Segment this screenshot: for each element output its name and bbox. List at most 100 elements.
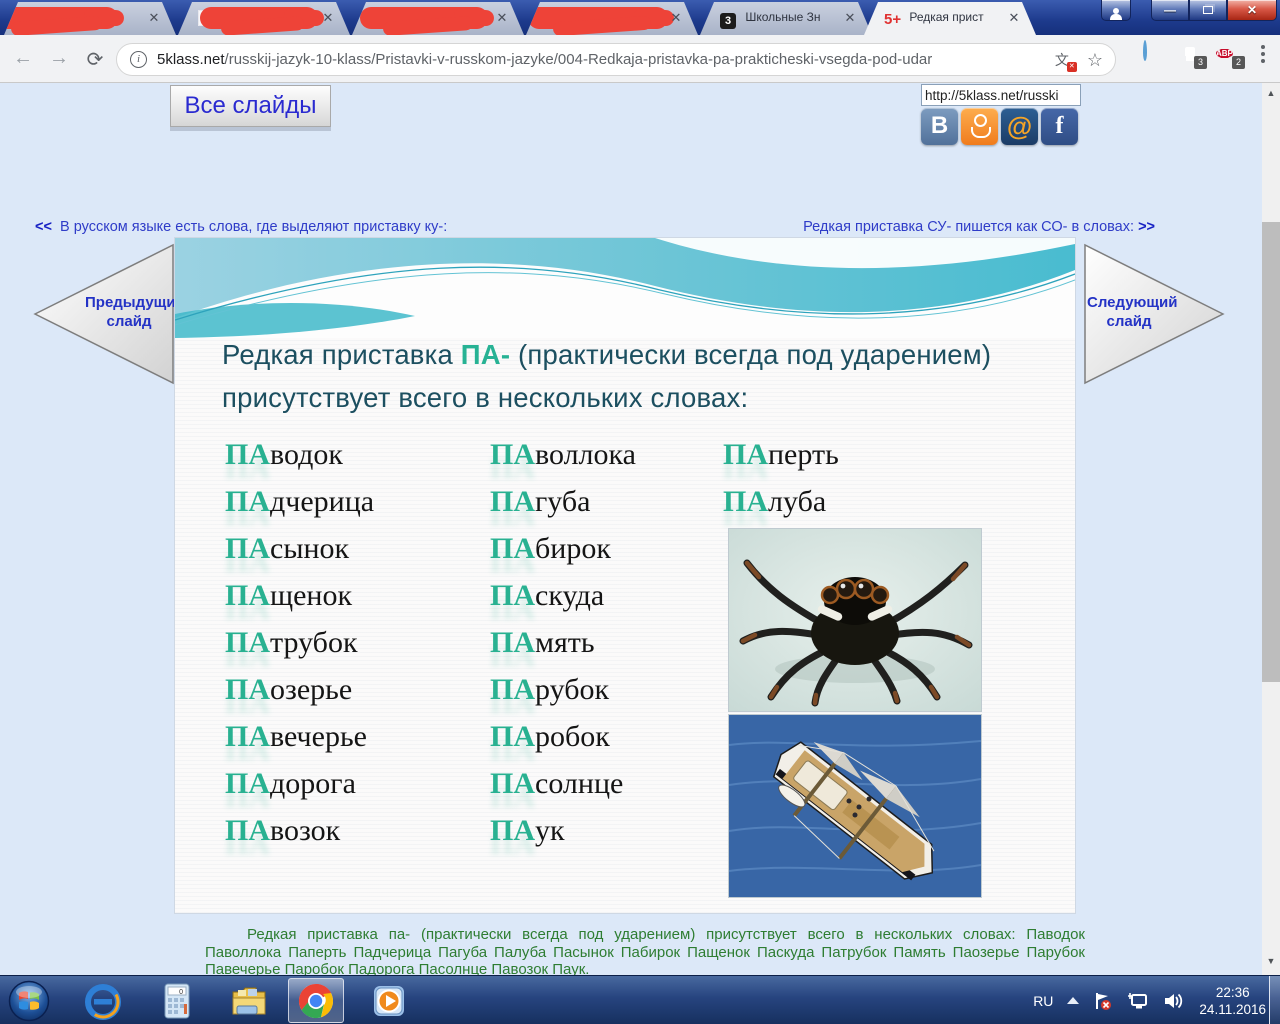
url-text[interactable]: 5klass.net/russkij-jazyk-10-klass/Prista… [157, 51, 1037, 68]
prefix-pa: ПА [225, 532, 270, 565]
scroll-down-icon[interactable]: ▼ [1262, 953, 1280, 969]
tab-2[interactable]: ✕ [178, 2, 350, 35]
action-center-flag-icon[interactable] [1093, 991, 1113, 1011]
desktop: ✕ ✕ ✕ ✕ 3 Школьные Зн ✕ 5+ Редкая прист [0, 0, 1280, 1024]
internet-explorer-button[interactable] [82, 980, 124, 1022]
prev-link-label: В русском языке есть слова, где выделяют… [60, 219, 447, 235]
word-item: ПАвозок [225, 811, 374, 858]
extension-blocker[interactable]: 3 [1178, 42, 1202, 66]
word-item: ПАволлока [490, 435, 636, 482]
word-item: ПАсолнце [490, 764, 636, 811]
internet-explorer-icon [82, 980, 124, 1022]
prefix-pa: ПА [225, 579, 270, 612]
title-before: Редкая приставка [222, 339, 461, 370]
prefix-pa: ПА [490, 626, 535, 659]
volume-icon[interactable] [1163, 991, 1185, 1011]
show-desktop-button[interactable] [1269, 976, 1280, 1024]
explorer-folder-button[interactable] [228, 980, 270, 1022]
extension-adblock-plus[interactable]: ABP2 [1216, 42, 1240, 66]
redaction-scribble [4, 7, 118, 29]
word-item: ПАгуба [490, 482, 636, 529]
facebook-icon[interactable]: f [1041, 108, 1078, 145]
tab-close-icon[interactable]: ✕ [320, 10, 336, 26]
word-rest: луба [768, 485, 826, 518]
next-topic-link[interactable]: Редкая приставка СУ- пишется как СО- в с… [803, 219, 1155, 235]
tab-1[interactable]: ✕ [4, 2, 176, 35]
word-rest: щенок [270, 579, 352, 612]
profile-button[interactable] [1101, 0, 1131, 21]
tab-close-icon[interactable]: ✕ [668, 10, 684, 26]
presentation-slide: Редкая приставка ПА- (практически всегда… [175, 238, 1075, 913]
word-rest: озерье [270, 673, 352, 706]
water-drop-icon [1143, 40, 1147, 61]
word-rest: возок [270, 814, 340, 847]
scrollbar-thumb[interactable] [1262, 222, 1280, 682]
wave-header-decoration [175, 238, 1075, 338]
chrome-menu-icon[interactable] [1254, 42, 1272, 66]
word-rest: солнце [535, 767, 623, 800]
prev-arrows: << [35, 219, 52, 235]
extension-drop[interactable] [1140, 42, 1164, 66]
prev-topic-link[interactable]: << В русском языке есть слова, где выдел… [35, 219, 447, 235]
word-item: ПАщенок [225, 576, 374, 623]
social-icons: В @ f [921, 108, 1083, 145]
media-player-button[interactable] [368, 980, 410, 1022]
tab-close-icon[interactable]: ✕ [1006, 10, 1022, 26]
slide-title: Редкая приставка ПА- (практически всегда… [222, 333, 1042, 420]
prefix-pa: ПА [723, 485, 768, 518]
tab-4[interactable]: ✕ [526, 2, 698, 35]
word-rest: трубок [270, 626, 358, 659]
tab-3[interactable]: ✕ [352, 2, 524, 35]
previous-slide-button[interactable]: Предыдущий слайд [33, 243, 175, 385]
word-item: ПАсынок [225, 529, 374, 576]
mailru-icon[interactable]: @ [1001, 108, 1038, 145]
close-button[interactable]: ✕ [1227, 0, 1277, 21]
prefix-pa: ПА [225, 626, 270, 659]
prefix-pa: ПА [225, 485, 270, 518]
page-scrollbar[interactable]: ▲ ▼ [1262, 83, 1280, 975]
redaction-scribble [528, 7, 668, 29]
odnoklassniki-icon[interactable] [961, 108, 998, 145]
all-slides-button[interactable]: Все слайды [170, 85, 331, 127]
spider-image [728, 528, 982, 712]
ship-illustration [729, 715, 981, 897]
reload-icon[interactable]: ⟳ [82, 47, 108, 72]
vk-icon[interactable]: В [921, 108, 958, 145]
address-bar[interactable]: i 5klass.net/russkij-jazyk-10-klass/Pris… [116, 43, 1116, 76]
prefix-pa: ПА [225, 814, 270, 847]
language-indicator[interactable]: RU [1033, 993, 1053, 1009]
share-url-input[interactable] [921, 84, 1081, 106]
clock[interactable]: 22:36 24.11.2016 [1199, 984, 1266, 1018]
ship-image [728, 714, 982, 898]
calculator-button[interactable]: 0 [156, 980, 198, 1022]
network-icon[interactable] [1127, 991, 1149, 1011]
word-rest: вечерье [270, 720, 367, 753]
tab-close-icon[interactable]: ✕ [842, 10, 858, 26]
word-rest: робок [535, 720, 610, 753]
next-slide-button[interactable]: Следующий слайд [1083, 243, 1225, 385]
windows-taskbar: 0 [0, 975, 1280, 1024]
tray-expand-icon[interactable] [1067, 997, 1079, 1004]
word-item: ПАбирок [490, 529, 636, 576]
maximize-button[interactable] [1189, 0, 1227, 21]
extension-icons: 3 ABP2 [1140, 42, 1272, 66]
translate-icon[interactable] [1055, 50, 1075, 70]
start-button[interactable] [8, 980, 50, 1022]
tab-close-icon[interactable]: ✕ [494, 10, 510, 26]
minimize-button[interactable]: — [1151, 0, 1189, 21]
back-icon[interactable]: ← [10, 47, 36, 70]
word-item: ПАрубок [490, 670, 636, 717]
word-rest: воллока [535, 438, 636, 471]
bookmark-star-icon[interactable]: ☆ [1087, 50, 1103, 70]
word-item: ПАмять [490, 623, 636, 670]
info-icon[interactable]: i [130, 51, 147, 68]
scroll-up-icon[interactable]: ▲ [1262, 85, 1280, 101]
forward-icon[interactable]: → [46, 47, 72, 70]
chrome-button[interactable] [295, 980, 337, 1022]
tab-redkaja-pristavka-active[interactable]: 5+ Редкая прист ✕ [864, 2, 1036, 35]
tab-close-icon[interactable]: ✕ [146, 10, 162, 26]
tab-shkolnye-znanija[interactable]: 3 Школьные Зн ✕ [700, 2, 872, 35]
word-item: ПАтрубок [225, 623, 374, 670]
word-column-1: ПАводокПАдчерицаПАсынокПАщенокПАтрубокПА… [225, 435, 374, 858]
word-rest: ук [535, 814, 565, 847]
